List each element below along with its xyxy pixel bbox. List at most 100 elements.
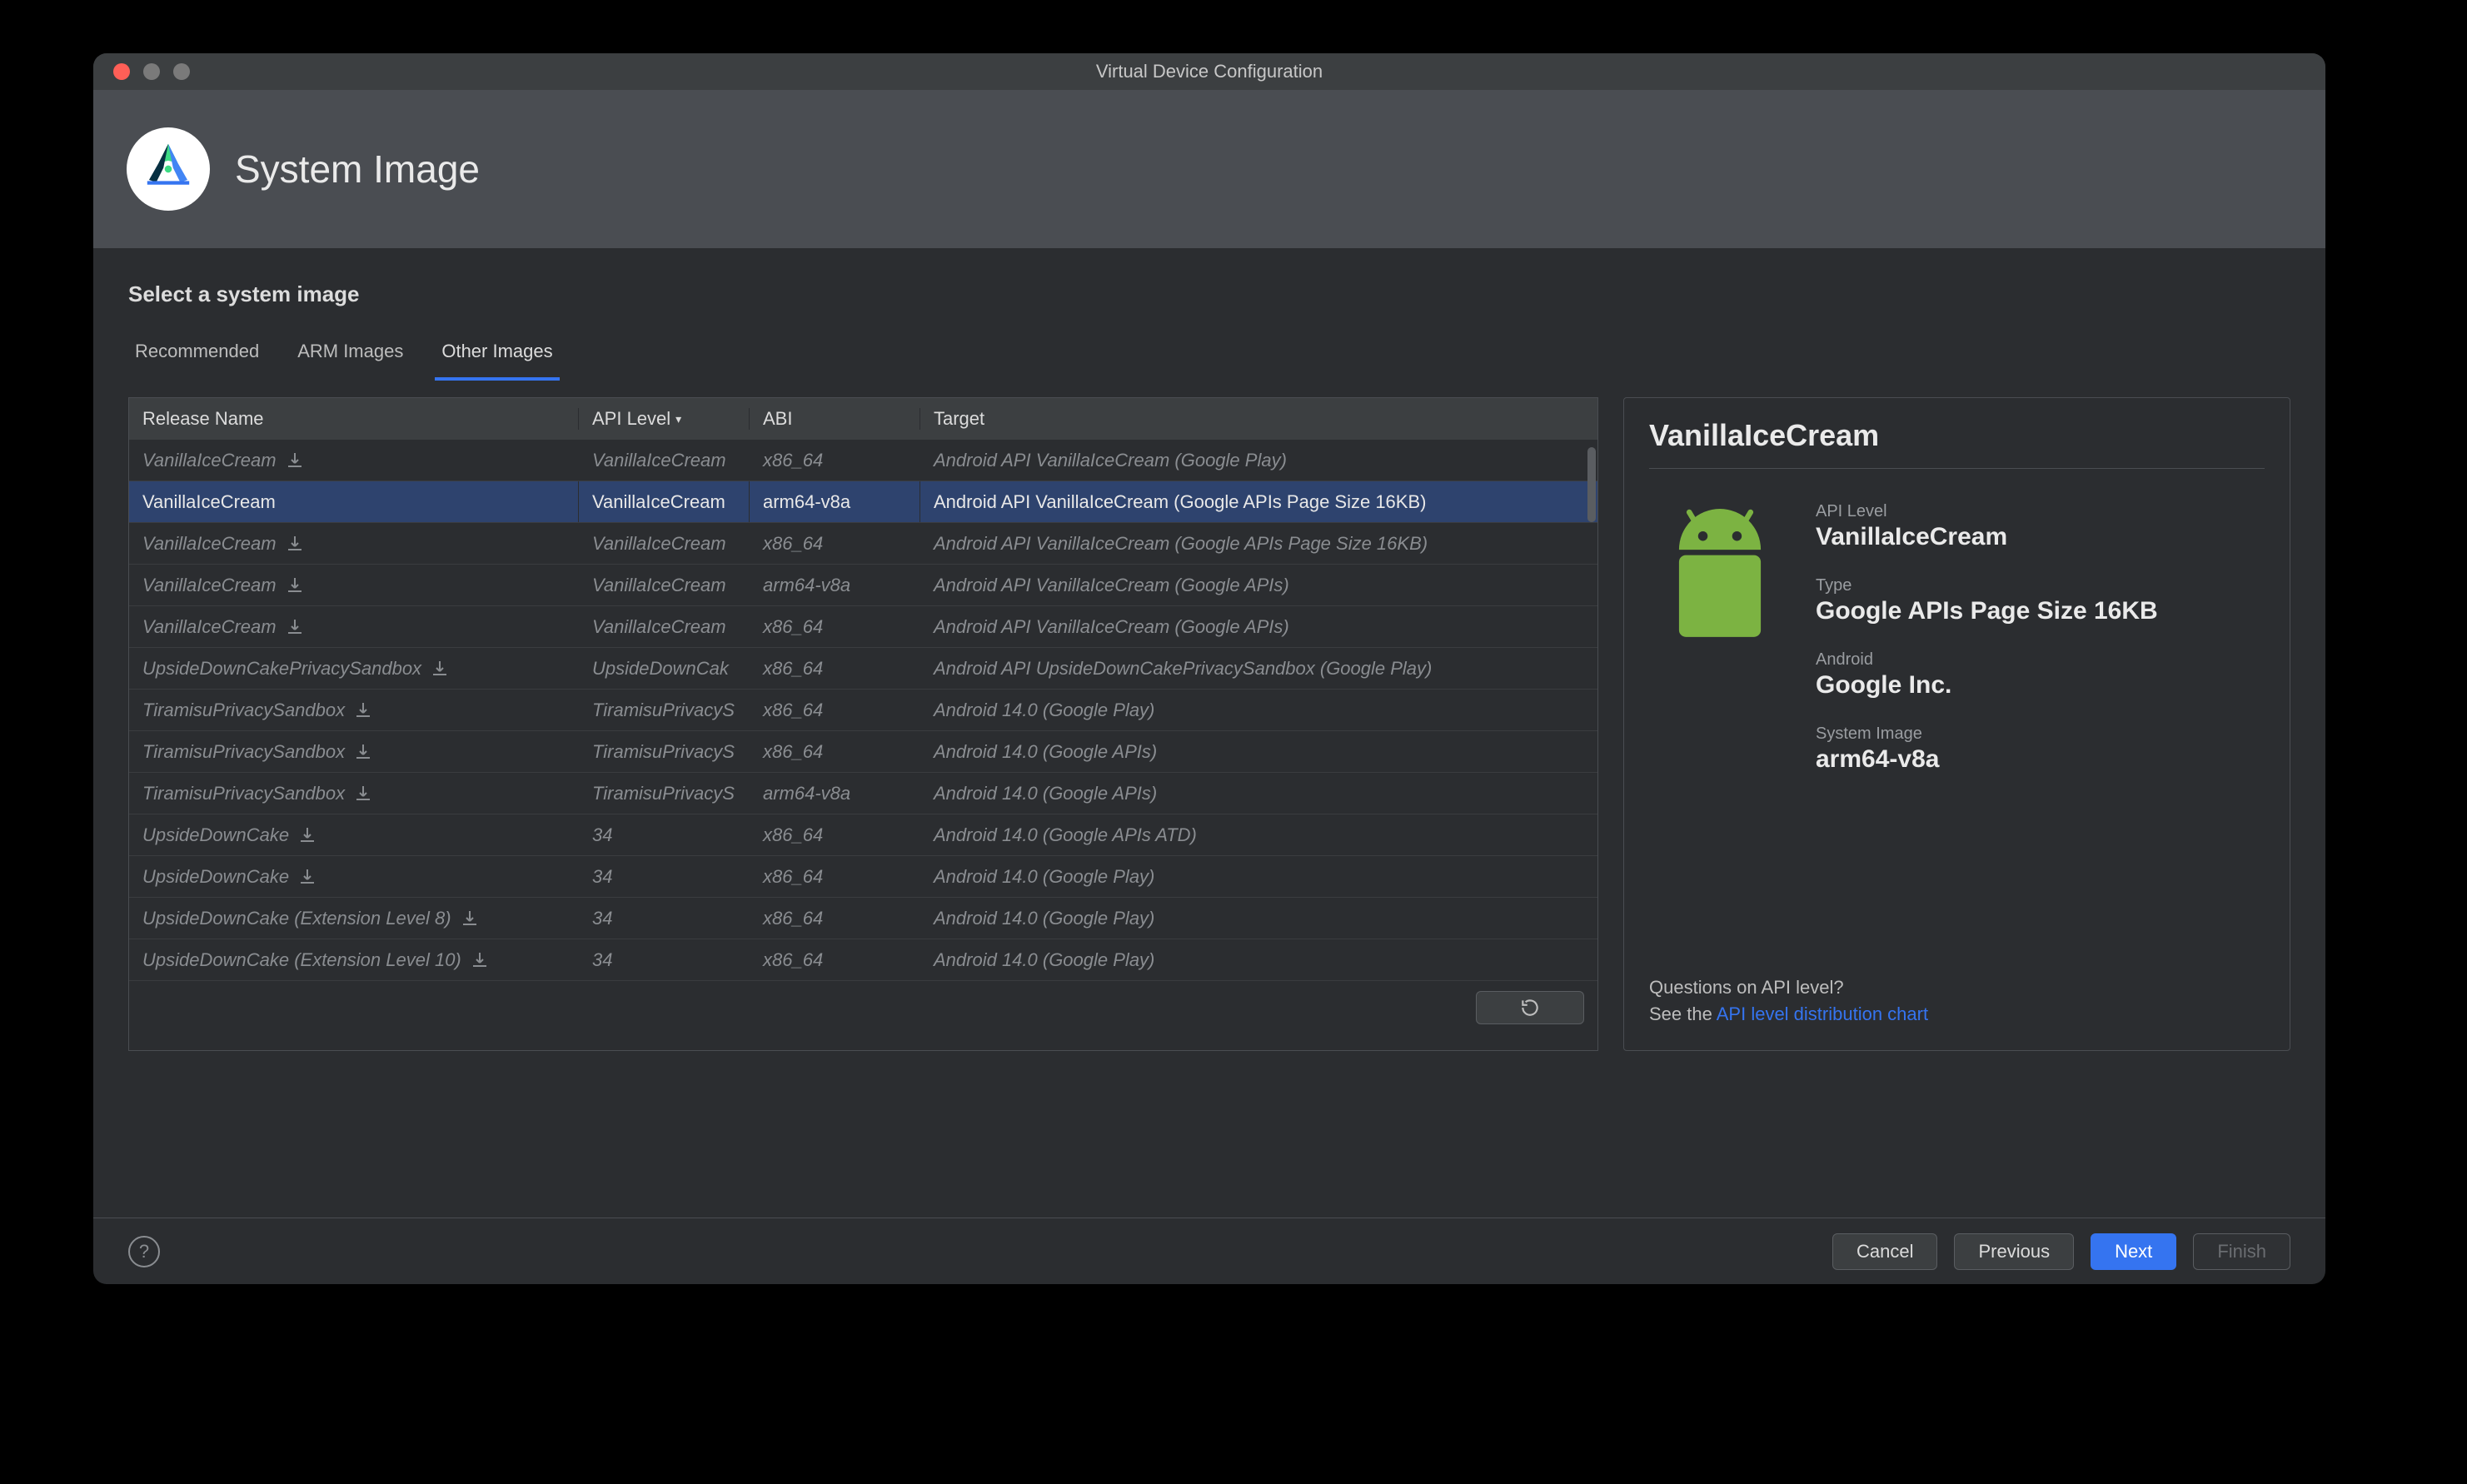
scrollbar-thumb[interactable] bbox=[1587, 447, 1596, 522]
cell-abi: x86_64 bbox=[750, 731, 920, 772]
download-icon[interactable] bbox=[285, 575, 305, 595]
cell-abi: x86_64 bbox=[750, 856, 920, 897]
cell-abi: x86_64 bbox=[750, 898, 920, 939]
cell-abi: x86_64 bbox=[750, 690, 920, 730]
download-icon[interactable] bbox=[297, 867, 317, 887]
titlebar: Virtual Device Configuration bbox=[93, 53, 2325, 90]
col-header-target[interactable]: Target bbox=[920, 408, 1597, 430]
table-header: Release Name API Level▾ ABI Target bbox=[129, 398, 1597, 440]
cell-abi: arm64-v8a bbox=[750, 481, 920, 522]
android-label: Android bbox=[1816, 650, 2158, 670]
download-icon[interactable] bbox=[285, 534, 305, 554]
android-robot-icon bbox=[1649, 502, 1791, 774]
android-studio-icon bbox=[127, 127, 210, 211]
detail-fields: API Level VanillaIceCream Type Google AP… bbox=[1816, 502, 2158, 774]
tab-other-images[interactable]: Other Images bbox=[435, 332, 559, 381]
table-row[interactable]: TiramisuPrivacySandboxTiramisuPrivacySar… bbox=[129, 773, 1597, 814]
android-value: Google Inc. bbox=[1816, 671, 2158, 700]
table-row[interactable]: TiramisuPrivacySandboxTiramisuPrivacySx8… bbox=[129, 731, 1597, 773]
dialog-window: Virtual Device Configuration System Imag… bbox=[93, 53, 2325, 1284]
cell-abi: arm64-v8a bbox=[750, 773, 920, 814]
table-row[interactable]: VanillaIceCreamVanillaIceCreamx86_64Andr… bbox=[129, 606, 1597, 648]
table-row[interactable]: UpsideDownCakePrivacySandboxUpsideDownCa… bbox=[129, 648, 1597, 690]
col-header-release[interactable]: Release Name bbox=[129, 408, 579, 430]
cell-api: VanillaIceCream bbox=[579, 565, 750, 605]
table-row[interactable]: UpsideDownCake (Extension Level 8)34x86_… bbox=[129, 898, 1597, 939]
download-icon[interactable] bbox=[470, 950, 490, 970]
cell-api: 34 bbox=[579, 814, 750, 855]
cell-api: VanillaIceCream bbox=[579, 606, 750, 647]
cell-target: Android API VanillaIceCream (Google APIs… bbox=[920, 606, 1597, 647]
table-row[interactable]: VanillaIceCreamVanillaIceCreamarm64-v8aA… bbox=[129, 565, 1597, 606]
cell-abi: x86_64 bbox=[750, 939, 920, 980]
table-row[interactable]: VanillaIceCreamVanillaIceCreamarm64-v8aA… bbox=[129, 481, 1597, 523]
cell-target: Android API VanillaIceCream (Google APIs… bbox=[920, 481, 1597, 522]
cell-release: UpsideDownCake bbox=[129, 814, 579, 855]
system-image-label: System Image bbox=[1816, 725, 2158, 744]
cell-release: VanillaIceCream bbox=[129, 606, 579, 647]
download-icon[interactable] bbox=[285, 451, 305, 471]
cell-target: Android API UpsideDownCakePrivacySandbox… bbox=[920, 648, 1597, 689]
col-header-abi[interactable]: ABI bbox=[750, 408, 920, 430]
cell-target: Android 14.0 (Google APIs) bbox=[920, 731, 1597, 772]
download-icon[interactable] bbox=[297, 825, 317, 845]
cell-target: Android 14.0 (Google Play) bbox=[920, 939, 1597, 980]
cell-release: TiramisuPrivacySandbox bbox=[129, 773, 579, 814]
system-image-value: arm64-v8a bbox=[1816, 745, 2158, 774]
cell-release: UpsideDownCakePrivacySandbox bbox=[129, 648, 579, 689]
table-row[interactable]: UpsideDownCake (Extension Level 10)34x86… bbox=[129, 939, 1597, 981]
table-body: VanillaIceCreamVanillaIceCreamx86_64Andr… bbox=[129, 440, 1597, 981]
download-icon[interactable] bbox=[430, 659, 450, 679]
api-distribution-link[interactable]: API level distribution chart bbox=[1717, 1003, 1928, 1024]
cell-release: VanillaIceCream bbox=[129, 440, 579, 481]
download-icon[interactable] bbox=[285, 617, 305, 637]
table-row[interactable]: VanillaIceCreamVanillaIceCreamx86_64Andr… bbox=[129, 523, 1597, 565]
cell-api: TiramisuPrivacyS bbox=[579, 690, 750, 730]
api-level-label: API Level bbox=[1816, 502, 2158, 521]
previous-button[interactable]: Previous bbox=[1954, 1233, 2074, 1270]
col-header-api[interactable]: API Level▾ bbox=[579, 408, 750, 430]
cell-abi: x86_64 bbox=[750, 523, 920, 564]
api-level-value: VanillaIceCream bbox=[1816, 523, 2158, 551]
bottom-bar: ? Cancel Previous Next Finish bbox=[93, 1218, 2325, 1284]
cancel-button[interactable]: Cancel bbox=[1832, 1233, 1937, 1270]
api-link-line: See the API level distribution chart bbox=[1649, 1003, 2265, 1025]
cell-abi: x86_64 bbox=[750, 606, 920, 647]
page-title: System Image bbox=[235, 147, 480, 192]
download-icon[interactable] bbox=[353, 742, 373, 762]
cell-target: Android 14.0 (Google Play) bbox=[920, 856, 1597, 897]
type-label: Type bbox=[1816, 576, 2158, 595]
cell-abi: x86_64 bbox=[750, 440, 920, 481]
download-icon[interactable] bbox=[460, 909, 480, 929]
table-row[interactable]: TiramisuPrivacySandboxTiramisuPrivacySx8… bbox=[129, 690, 1597, 731]
detail-title: VanillaIceCream bbox=[1649, 418, 2265, 469]
window-title: Virtual Device Configuration bbox=[93, 61, 2325, 82]
cell-target: Android API VanillaIceCream (Google APIs… bbox=[920, 565, 1597, 605]
cell-api: VanillaIceCream bbox=[579, 440, 750, 481]
cell-abi: x86_64 bbox=[750, 648, 920, 689]
cell-api: TiramisuPrivacyS bbox=[579, 731, 750, 772]
refresh-button[interactable] bbox=[1476, 991, 1584, 1024]
next-button[interactable]: Next bbox=[2091, 1233, 2176, 1270]
download-icon[interactable] bbox=[353, 784, 373, 804]
download-icon[interactable] bbox=[353, 700, 373, 720]
cell-api: 34 bbox=[579, 939, 750, 980]
tabs: Recommended ARM Images Other Images bbox=[128, 332, 2325, 381]
cell-release: VanillaIceCream bbox=[129, 481, 579, 522]
help-button[interactable]: ? bbox=[128, 1236, 160, 1267]
cell-api: 34 bbox=[579, 898, 750, 939]
cell-target: Android 14.0 (Google APIs) bbox=[920, 773, 1597, 814]
header: System Image bbox=[93, 90, 2325, 248]
table-row[interactable]: VanillaIceCreamVanillaIceCreamx86_64Andr… bbox=[129, 440, 1597, 481]
tab-recommended[interactable]: Recommended bbox=[128, 332, 266, 381]
cell-release: VanillaIceCream bbox=[129, 565, 579, 605]
tab-arm-images[interactable]: ARM Images bbox=[291, 332, 410, 381]
cell-api: VanillaIceCream bbox=[579, 523, 750, 564]
finish-button: Finish bbox=[2193, 1233, 2290, 1270]
table-row[interactable]: UpsideDownCake34x86_64Android 14.0 (Goog… bbox=[129, 814, 1597, 856]
cell-release: TiramisuPrivacySandbox bbox=[129, 690, 579, 730]
cell-release: VanillaIceCream bbox=[129, 523, 579, 564]
table-row[interactable]: UpsideDownCake34x86_64Android 14.0 (Goog… bbox=[129, 856, 1597, 898]
section-title: Select a system image bbox=[128, 281, 2325, 307]
cell-release: TiramisuPrivacySandbox bbox=[129, 731, 579, 772]
